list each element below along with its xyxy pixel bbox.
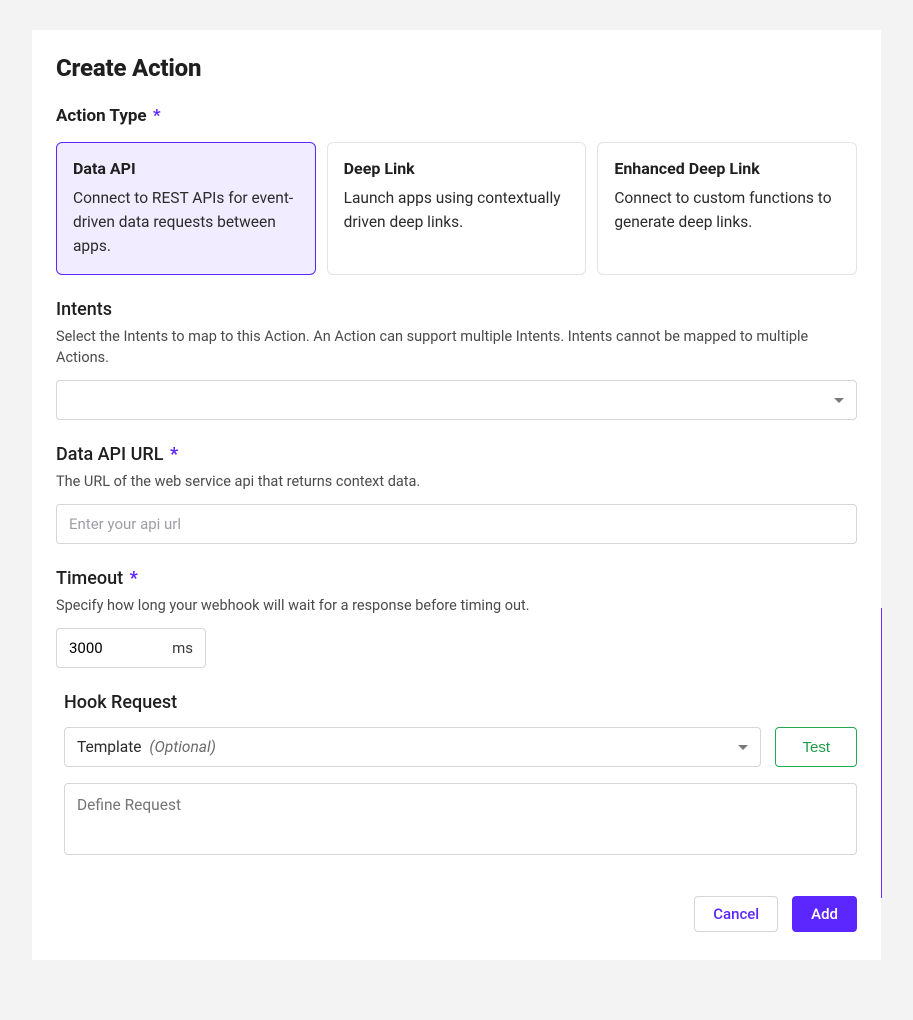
timeout-label-text: Timeout bbox=[56, 568, 123, 589]
add-button[interactable]: Add bbox=[792, 896, 857, 932]
side-accent bbox=[881, 608, 882, 898]
card-desc: Connect to custom functions to generate … bbox=[614, 186, 840, 234]
action-type-cards: Data API Connect to REST APIs for event-… bbox=[56, 142, 857, 275]
intents-label: Intents bbox=[56, 299, 857, 320]
intents-select[interactable] bbox=[56, 380, 857, 420]
template-label-text: Template bbox=[77, 738, 142, 756]
api-url-label-text: Data API URL bbox=[56, 444, 163, 465]
action-type-label-text: Action Type bbox=[56, 106, 147, 126]
hook-request-section: Hook Request Template (Optional) Test bbox=[56, 692, 857, 859]
chevron-down-icon bbox=[738, 745, 748, 750]
card-title: Data API bbox=[73, 159, 299, 178]
timeout-unit: ms bbox=[172, 639, 193, 657]
required-marker: * bbox=[130, 568, 138, 589]
template-select[interactable]: Template (Optional) bbox=[64, 727, 761, 767]
template-placeholder: Template (Optional) bbox=[77, 738, 216, 756]
template-optional-text: (Optional) bbox=[149, 738, 215, 756]
intents-section: Intents Select the Intents to map to thi… bbox=[56, 299, 857, 420]
required-marker: * bbox=[153, 106, 161, 126]
action-type-card-deep-link[interactable]: Deep Link Launch apps using contextually… bbox=[327, 142, 587, 275]
cancel-button[interactable]: Cancel bbox=[694, 896, 778, 932]
dialog-footer: Cancel Add bbox=[694, 896, 857, 932]
hook-request-label: Hook Request bbox=[64, 692, 857, 713]
timeout-label: Timeout * bbox=[56, 568, 857, 589]
create-action-panel: Create Action Action Type * Data API Con… bbox=[32, 30, 881, 960]
request-body-input[interactable] bbox=[64, 783, 857, 855]
timeout-input-wrap: ms bbox=[56, 628, 206, 668]
card-title: Deep Link bbox=[344, 159, 570, 178]
test-button[interactable]: Test bbox=[775, 727, 857, 767]
timeout-section: Timeout * Specify how long your webhook … bbox=[56, 568, 857, 668]
api-url-label: Data API URL * bbox=[56, 444, 857, 465]
api-url-help: The URL of the web service api that retu… bbox=[56, 471, 857, 492]
card-desc: Launch apps using contextually driven de… bbox=[344, 186, 570, 234]
chevron-down-icon bbox=[834, 398, 844, 403]
action-type-card-enhanced-deep-link[interactable]: Enhanced Deep Link Connect to custom fun… bbox=[597, 142, 857, 275]
card-title: Enhanced Deep Link bbox=[614, 159, 840, 178]
page-title: Create Action bbox=[56, 54, 857, 82]
api-url-input[interactable] bbox=[56, 504, 857, 544]
api-url-section: Data API URL * The URL of the web servic… bbox=[56, 444, 857, 544]
action-type-card-data-api[interactable]: Data API Connect to REST APIs for event-… bbox=[56, 142, 316, 275]
required-marker: * bbox=[170, 444, 178, 465]
card-desc: Connect to REST APIs for event-driven da… bbox=[73, 186, 299, 258]
timeout-help: Specify how long your webhook will wait … bbox=[56, 595, 857, 616]
timeout-input[interactable] bbox=[69, 639, 139, 657]
intents-help: Select the Intents to map to this Action… bbox=[56, 326, 857, 368]
action-type-label: Action Type * bbox=[56, 106, 857, 126]
